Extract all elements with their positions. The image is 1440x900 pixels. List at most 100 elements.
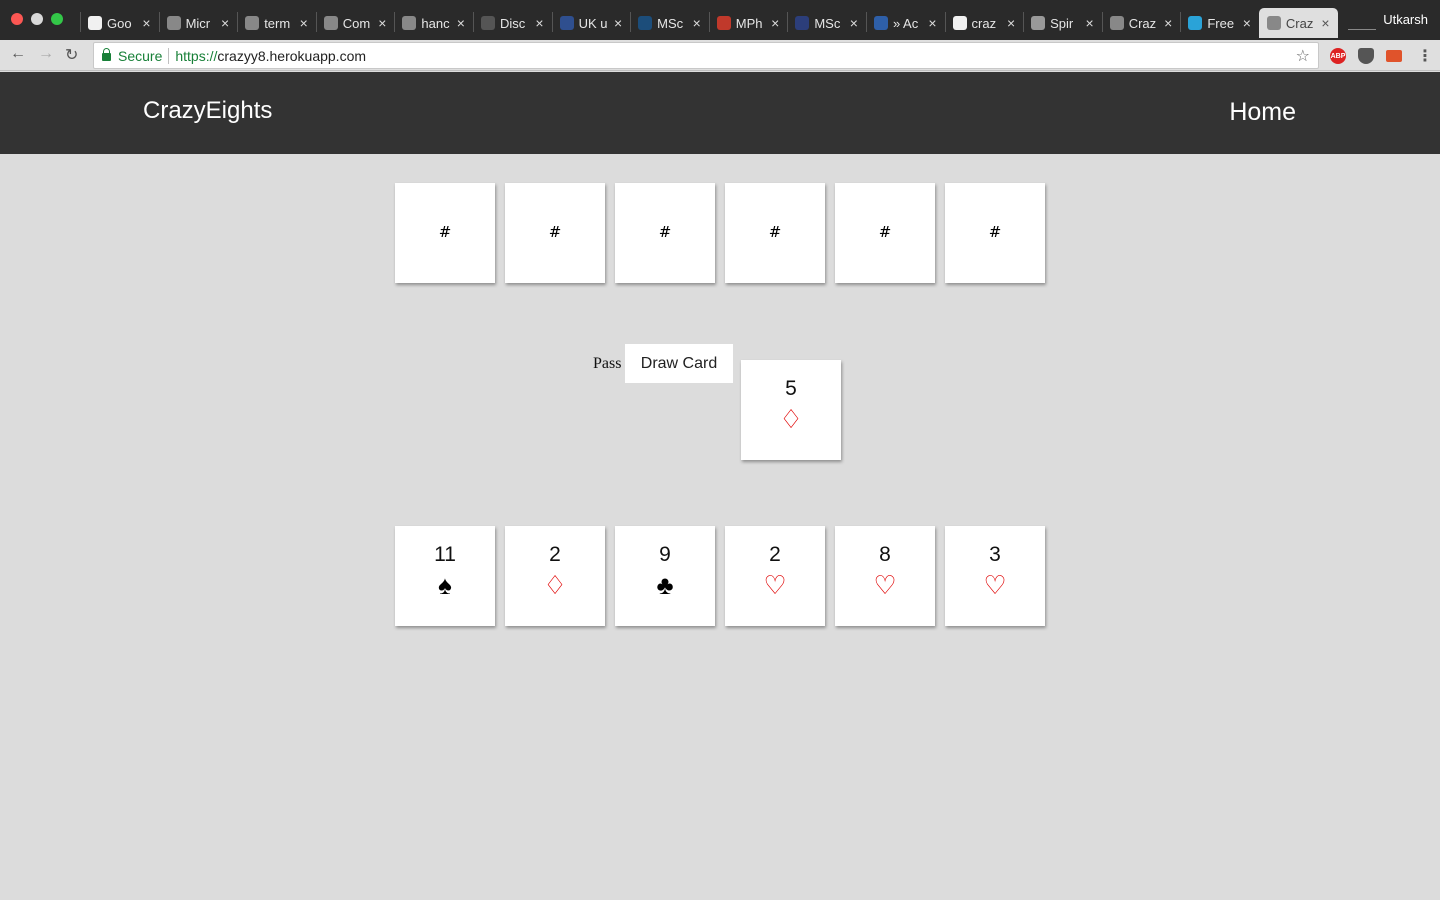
secure-label: Secure [118, 47, 163, 64]
opponent-card: # [615, 183, 715, 283]
browser-tab[interactable]: hanc × [394, 8, 473, 38]
tab-title: » Ac [892, 15, 919, 31]
player-card[interactable]: 11 ♠ [395, 526, 495, 626]
browser-tab[interactable]: MSc × [630, 8, 709, 38]
close-tab-icon[interactable]: × [535, 15, 543, 31]
close-tab-icon[interactable]: × [300, 15, 308, 31]
page-icon [1266, 16, 1281, 30]
card-rank: 3 [989, 543, 1001, 566]
slides-extension-icon[interactable] [1386, 50, 1402, 62]
google-g-icon [952, 16, 967, 30]
club-suit-icon: ♣ [656, 570, 674, 600]
tab-title: hanc [421, 15, 450, 31]
minimize-window-button[interactable] [31, 13, 43, 25]
browser-tab[interactable]: MSc × [787, 8, 866, 38]
discord-icon [480, 16, 495, 30]
close-tab-icon[interactable]: × [928, 15, 936, 31]
shield-icon [795, 16, 810, 30]
close-window-button[interactable] [11, 13, 23, 25]
close-tab-icon[interactable]: × [378, 15, 386, 31]
home-link[interactable]: Home [1229, 98, 1296, 127]
url-scheme: https:// [175, 47, 218, 64]
page-icon [323, 16, 338, 30]
new-tab-button[interactable] [1348, 14, 1376, 30]
opponent-card: # [945, 183, 1045, 283]
browser-tab[interactable]: MPh × [708, 8, 788, 38]
diamond-suit-icon: ♢ [543, 570, 567, 600]
browser-tab[interactable]: Goo × [80, 8, 159, 38]
lock-icon [102, 48, 111, 61]
browser-tab[interactable]: » Ac × [865, 8, 945, 38]
close-tab-icon[interactable]: × [693, 15, 701, 31]
tab-title: term [264, 15, 291, 31]
close-tab-icon[interactable]: × [850, 15, 858, 31]
close-tab-icon[interactable]: × [614, 15, 622, 31]
card-back-mark: # [878, 223, 892, 241]
browser-tab[interactable]: Disc × [472, 8, 552, 38]
adblock-extension-icon[interactable]: ABP [1330, 48, 1346, 64]
tab-strip: Goo × Micr × term × Com × hanc × Disc × UK u × MSc × MPh… [80, 8, 1338, 40]
s-logo-icon [638, 16, 653, 30]
card-back-mark: # [438, 223, 452, 241]
close-tab-icon[interactable]: × [771, 15, 779, 31]
close-tab-icon[interactable]: × [457, 15, 465, 31]
card-rank: 5 [785, 377, 797, 400]
diamond-suit-icon: ♢ [779, 404, 803, 434]
close-tab-icon[interactable]: × [1321, 15, 1329, 31]
spade-suit-icon: ♠ [438, 570, 452, 600]
close-tab-icon[interactable]: × [1164, 15, 1172, 31]
maximize-window-button[interactable] [51, 13, 63, 25]
card-rank: 9 [659, 543, 671, 566]
tab-title: Craz [1128, 15, 1157, 31]
forward-arrow-icon[interactable]: → [38, 45, 54, 63]
tab-title: MSc [814, 15, 841, 31]
tab-title: Com [342, 15, 371, 31]
tab-title: UK u [578, 15, 608, 31]
code-icon [1188, 16, 1203, 30]
tab-title: Craz [1285, 15, 1314, 31]
brand-logo[interactable]: CrazyEights [143, 97, 272, 125]
back-arrow-icon[interactable]: ← [10, 45, 26, 63]
browser-tab[interactable]: Craz × [1258, 8, 1338, 38]
card-rank: 8 [879, 543, 891, 566]
player-card[interactable]: 2 ♡ [725, 526, 825, 626]
site-navbar: CrazyEights Home [0, 72, 1440, 154]
card-back-mark: # [768, 223, 782, 241]
divider [168, 47, 170, 64]
browser-tab[interactable]: Spir × [1023, 8, 1102, 38]
card-rank: 11 [434, 543, 456, 566]
tab-title: MPh [735, 15, 763, 31]
close-tab-icon[interactable]: × [142, 15, 150, 31]
browser-tab[interactable]: craz × [944, 8, 1024, 38]
browser-tab[interactable]: Micr × [158, 8, 238, 38]
close-tab-icon[interactable]: × [1243, 15, 1251, 31]
player-card[interactable]: 2 ♢ [505, 526, 605, 626]
player-card[interactable]: 3 ♡ [945, 526, 1045, 626]
browser-menu-icon[interactable]: ⋮ [1417, 46, 1433, 66]
close-tab-icon[interactable]: × [1007, 15, 1015, 31]
profile-name[interactable]: Utkarsh [1383, 12, 1428, 27]
shield-extension-icon[interactable] [1358, 48, 1374, 64]
draw-card-button[interactable]: Draw Card [625, 344, 733, 383]
pass-button[interactable]: Pass [593, 355, 621, 373]
address-bar[interactable]: Secure https:// crazyy8.herokuapp.com ☆ [93, 42, 1319, 69]
browser-toolbar: ← → ↻ Secure https:// crazyy8.herokuapp.… [0, 40, 1440, 71]
browser-tab[interactable]: UK u × [551, 8, 631, 38]
close-tab-icon[interactable]: × [1086, 15, 1094, 31]
reload-icon[interactable]: ↻ [65, 45, 78, 65]
browser-tab[interactable]: term × [237, 8, 316, 38]
bookmark-star-icon[interactable]: ☆ [1296, 46, 1310, 66]
tab-title: craz [971, 15, 997, 31]
tab-title: Free [1207, 15, 1235, 31]
card-rank: 2 [549, 543, 561, 566]
player-card[interactable]: 9 ♣ [615, 526, 715, 626]
player-card[interactable]: 8 ♡ [835, 526, 935, 626]
url-host: crazyy8.herokuapp.com [217, 47, 367, 64]
opponent-card: # [835, 183, 935, 283]
globe-icon [559, 16, 574, 30]
close-tab-icon[interactable]: × [221, 15, 229, 31]
browser-tab[interactable]: Free × [1180, 8, 1259, 38]
bank-icon [873, 16, 888, 30]
browser-tab[interactable]: Craz × [1101, 8, 1181, 38]
browser-tab[interactable]: Com × [315, 8, 395, 38]
